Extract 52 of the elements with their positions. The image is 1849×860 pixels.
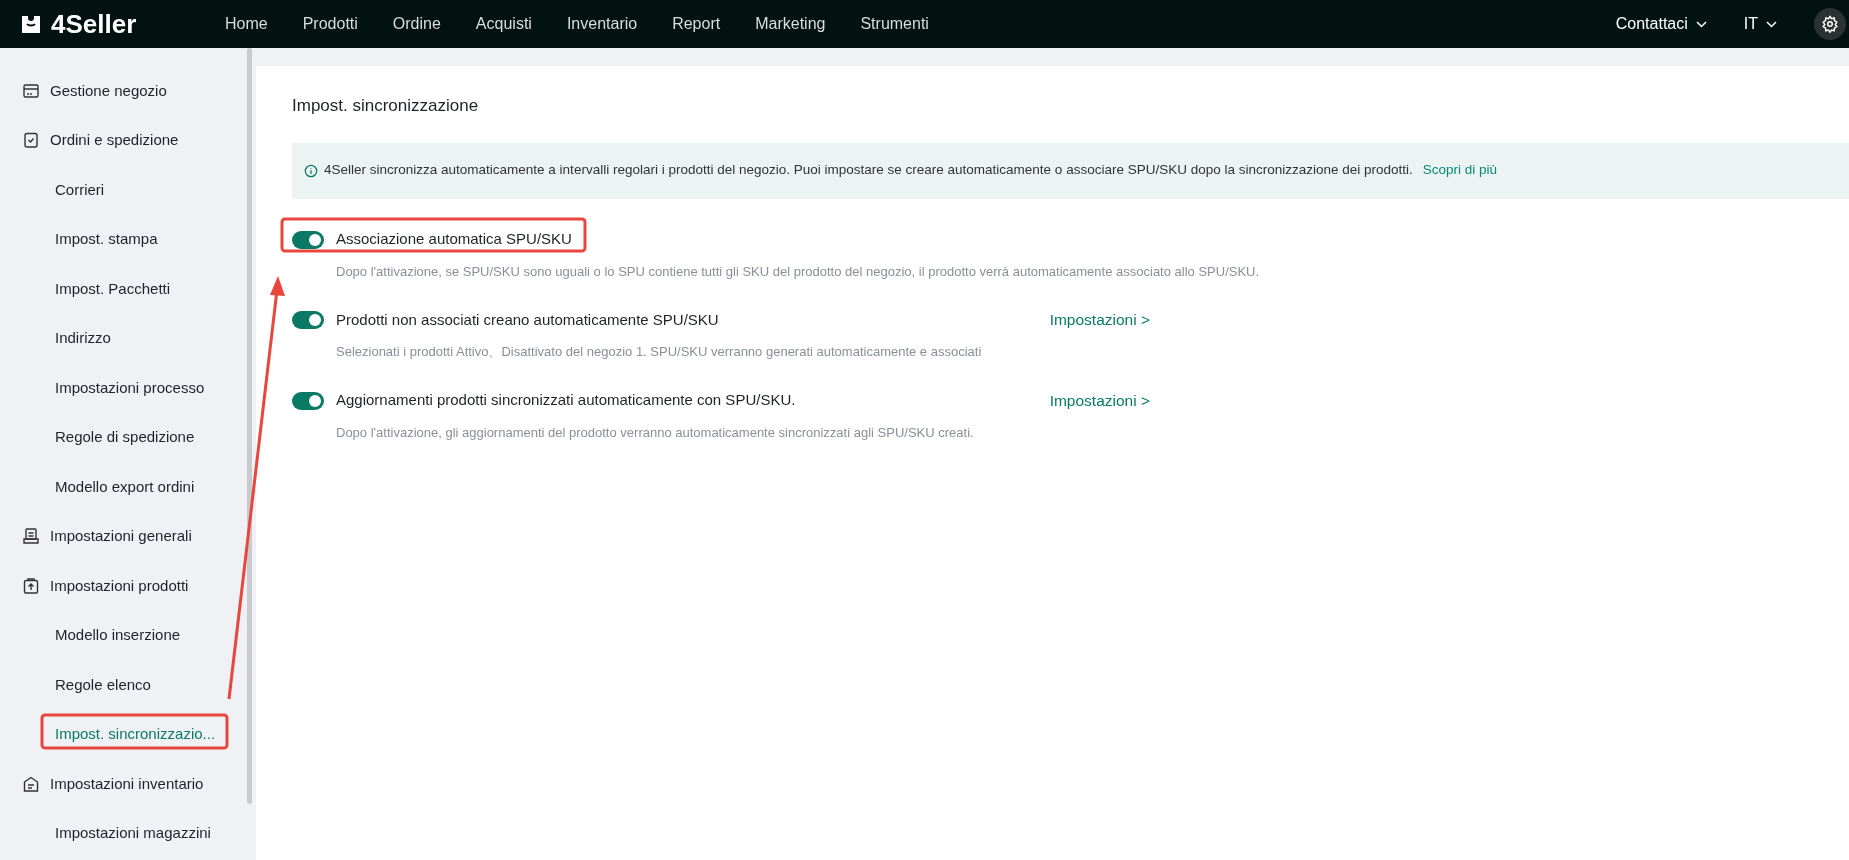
sidebar-group[interactable]: Impostazioni generali xyxy=(0,511,256,561)
setting-label: Associazione automatica SPU/SKU xyxy=(336,229,572,250)
contact-dropdown[interactable]: Contattaci xyxy=(1615,12,1707,36)
setting-description: Dopo l'attivazione, gli aggiornamenti del prodotto verranno automaticamente sincronizzati agli SPU/SKU creati. xyxy=(336,423,975,442)
setting-description: Selezionati i prodotti Attivo、Disattivato del negozio 1. SPU/SKU verranno generati automaticamente e associati xyxy=(336,343,983,361)
sidebar-item[interactable]: Regole elenco xyxy=(0,660,256,710)
brand-logo-text: 4Seller xyxy=(51,7,137,41)
info-text: 4Seller sincronizza automaticamente a intervalli regolari i prodotti del negozio. Puoi impostare se creare automaticamente o associare SPU/SKU dopo la sincronizzazione dei prodotti. xyxy=(324,161,1413,180)
store-icon xyxy=(22,81,40,100)
nav-link[interactable]: Acquisti xyxy=(475,12,532,36)
language-dropdown[interactable]: IT xyxy=(1743,12,1777,36)
chevron-down-icon xyxy=(1695,20,1707,28)
nav-link[interactable]: Home xyxy=(225,12,268,36)
house-list-icon xyxy=(22,774,40,793)
sidebar-item[interactable]: Impostazioni magazzini xyxy=(0,808,256,858)
chevron-down-icon xyxy=(1766,20,1777,28)
nav-link[interactable]: Marketing xyxy=(755,12,826,36)
info-icon xyxy=(304,163,318,178)
sidebar-item[interactable]: Impostazioni processo xyxy=(0,363,256,413)
learn-more-link[interactable]: Scopri di più xyxy=(1422,160,1498,181)
clipboard-check-icon xyxy=(22,131,40,150)
sidebar-item[interactable]: Indirizzo xyxy=(0,313,256,363)
sidebar-item[interactable]: Impost. Pacchetti xyxy=(0,264,256,314)
scrollbar[interactable] xyxy=(247,48,252,804)
sidebar-group[interactable]: Impostazioni prodotti xyxy=(0,561,256,611)
sidebar-group[interactable]: Ordini e spedizione xyxy=(0,115,256,165)
sidebar-group[interactable]: Impostazioni inventario xyxy=(0,759,256,809)
settings-link[interactable]: Impostazioni > xyxy=(1049,388,1150,413)
toggle-switch[interactable] xyxy=(292,230,324,249)
settings-button[interactable] xyxy=(1814,8,1846,40)
setting-description: Dopo l'attivazione, se SPU/SKU sono uguali o lo SPU contiene tutti gli SKU del prodotto del negozio, il prodotto verrà automaticamente associato allo SPU/SKU. xyxy=(336,262,1261,281)
sidebar-item[interactable]: Impost. stampa xyxy=(0,214,256,264)
sidebar-item[interactable]: Impost. sincronizzazio... xyxy=(0,709,256,759)
sidebar-item[interactable]: Corrieri xyxy=(0,165,256,215)
nav-link[interactable]: Report xyxy=(672,12,721,36)
sidebar-group[interactable]: Gestione negozio xyxy=(0,66,256,116)
nav-link[interactable]: Strumenti xyxy=(860,12,929,36)
box-upload-icon xyxy=(22,576,40,595)
tray-icon xyxy=(22,527,40,546)
nav-link[interactable]: Prodotti xyxy=(302,12,358,36)
setting-label: Prodotti non associati creano automaticamente SPU/SKU xyxy=(336,309,719,330)
sidebar-item[interactable]: Modello export ordini xyxy=(0,462,256,512)
nav-link[interactable]: Ordine xyxy=(392,12,441,36)
sidebar-item[interactable]: Regole di spedizione xyxy=(0,412,256,462)
toggle-switch[interactable] xyxy=(292,311,324,329)
settings-link[interactable]: Impostazioni > xyxy=(1049,308,1150,332)
sidebar-item[interactable]: Modello inserzione xyxy=(0,610,256,660)
settings-icon xyxy=(1821,15,1839,33)
setting-label: Aggiornamenti prodotti sincronizzati automaticamente con SPU/SKU. xyxy=(336,390,796,411)
nav-link[interactable]: Inventario xyxy=(566,12,638,36)
page-title: Impost. sincronizzazione xyxy=(292,95,480,117)
toggle-switch[interactable] xyxy=(292,391,324,410)
